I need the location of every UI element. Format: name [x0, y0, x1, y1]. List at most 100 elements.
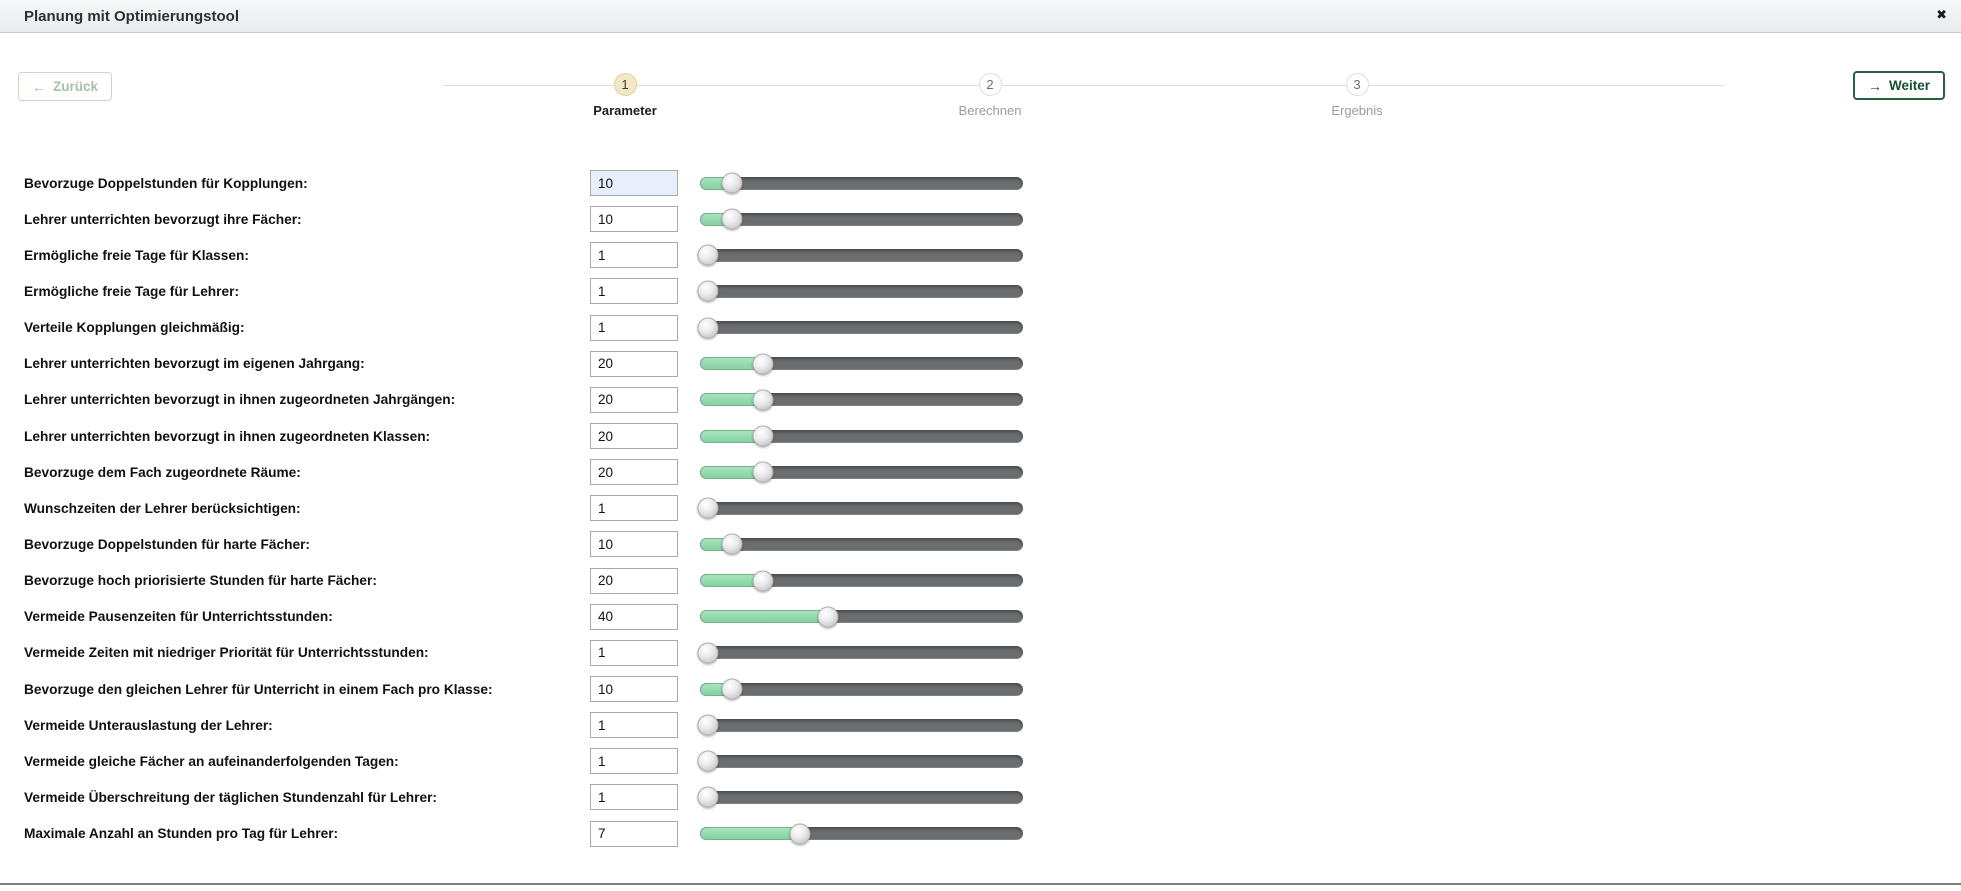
slider-track[interactable] — [700, 466, 1023, 479]
parameter-label: Bevorzuge den gleichen Lehrer für Unterr… — [24, 682, 590, 697]
parameter-value-input[interactable] — [590, 206, 678, 232]
parameter-label: Ermögliche freie Tage für Klassen: — [24, 248, 590, 263]
parameter-value-input[interactable] — [590, 242, 678, 268]
parameter-row: Bevorzuge dem Fach zugeordnete Räume: — [24, 454, 1023, 490]
slider-thumb[interactable] — [698, 715, 719, 736]
parameter-row: Vermeide Pausenzeiten für Unterrichtsstu… — [24, 599, 1023, 635]
next-button-label: Weiter — [1889, 78, 1930, 93]
footer-divider — [0, 883, 1961, 885]
left-arrow-icon: ← — [32, 79, 46, 95]
slider-track[interactable] — [700, 755, 1023, 768]
window-title: Planung mit Optimierungstool — [24, 8, 239, 25]
window-titlebar: Planung mit Optimierungstool — [0, 0, 1961, 33]
slider-track[interactable] — [700, 646, 1023, 659]
slider-thumb[interactable] — [722, 534, 743, 555]
parameter-row: Ermögliche freie Tage für Klassen: — [24, 237, 1023, 273]
parameter-row: Ermögliche freie Tage für Lehrer: — [24, 273, 1023, 309]
parameter-value-input[interactable] — [590, 640, 678, 666]
slider-thumb[interactable] — [698, 498, 719, 519]
slider-thumb[interactable] — [722, 679, 743, 700]
parameter-value-input[interactable] — [590, 170, 678, 196]
slider-thumb[interactable] — [698, 787, 719, 808]
parameter-label: Vermeide Unterauslastung der Lehrer: — [24, 718, 590, 733]
parameter-label: Vermeide gleiche Fächer an aufeinanderfo… — [24, 754, 590, 769]
slider-thumb[interactable] — [698, 281, 719, 302]
parameter-value-input[interactable] — [590, 748, 678, 774]
parameter-value-input[interactable] — [590, 531, 678, 557]
slider-thumb[interactable] — [722, 209, 743, 230]
parameter-label: Wunschzeiten der Lehrer berücksichtigen: — [24, 501, 590, 516]
back-button-label: Zurück — [53, 79, 98, 94]
slider-track[interactable] — [700, 791, 1023, 804]
slider-track[interactable] — [700, 249, 1023, 262]
parameter-row: Bevorzuge Doppelstunden für Kopplungen: — [24, 165, 1023, 201]
parameter-row: Maximale Anzahl an Stunden pro Tag für L… — [24, 816, 1023, 852]
slider-thumb[interactable] — [752, 462, 773, 483]
parameter-row: Vermeide gleiche Fächer an aufeinanderfo… — [24, 743, 1023, 779]
parameter-row: Vermeide Überschreitung der täglichen St… — [24, 779, 1023, 815]
slider-track[interactable] — [700, 683, 1023, 696]
parameter-label: Vermeide Überschreitung der täglichen St… — [24, 790, 590, 805]
slider-track[interactable] — [700, 321, 1023, 334]
parameter-label: Lehrer unterrichten bevorzugt ihre Fäche… — [24, 212, 590, 227]
slider-track[interactable] — [700, 574, 1023, 587]
parameter-value-input[interactable] — [590, 604, 678, 630]
slider-thumb[interactable] — [817, 606, 838, 627]
parameter-label: Verteile Kopplungen gleichmäßig: — [24, 320, 590, 335]
parameter-value-input[interactable] — [590, 784, 678, 810]
parameter-value-input[interactable] — [590, 676, 678, 702]
slider-thumb[interactable] — [698, 317, 719, 338]
parameter-value-input[interactable] — [590, 712, 678, 738]
parameter-label: Lehrer unterrichten bevorzugt im eigenen… — [24, 356, 590, 371]
parameter-value-input[interactable] — [590, 278, 678, 304]
next-button[interactable]: → Weiter — [1853, 71, 1945, 100]
close-icon[interactable]: ✖ — [1936, 6, 1947, 24]
parameter-row: Lehrer unterrichten bevorzugt in ihnen z… — [24, 382, 1023, 418]
parameter-label: Lehrer unterrichten bevorzugt in ihnen z… — [24, 392, 590, 407]
slider-track[interactable] — [700, 177, 1023, 190]
parameter-value-input[interactable] — [590, 821, 678, 847]
slider-track[interactable] — [700, 538, 1023, 551]
slider-thumb[interactable] — [752, 570, 773, 591]
slider-thumb[interactable] — [752, 353, 773, 374]
slider-track[interactable] — [700, 213, 1023, 226]
parameter-value-input[interactable] — [590, 423, 678, 449]
parameter-label: Vermeide Pausenzeiten für Unterrichtsstu… — [24, 609, 590, 624]
slider-fill — [700, 610, 828, 623]
slider-track[interactable] — [700, 285, 1023, 298]
back-button[interactable]: ← Zurück — [18, 72, 112, 101]
slider-thumb[interactable] — [722, 173, 743, 194]
parameter-row: Bevorzuge Doppelstunden für harte Fächer… — [24, 526, 1023, 562]
step-circle: 2 — [979, 73, 1002, 96]
slider-thumb[interactable] — [790, 823, 811, 844]
parameter-label: Maximale Anzahl an Stunden pro Tag für L… — [24, 826, 590, 841]
slider-thumb[interactable] — [752, 389, 773, 410]
slider-thumb[interactable] — [698, 245, 719, 266]
slider-thumb[interactable] — [698, 642, 719, 663]
slider-track[interactable] — [700, 610, 1023, 623]
parameter-value-input[interactable] — [590, 495, 678, 521]
slider-thumb[interactable] — [752, 426, 773, 447]
parameter-label: Ermögliche freie Tage für Lehrer: — [24, 284, 590, 299]
slider-fill — [700, 827, 800, 840]
slider-track[interactable] — [700, 719, 1023, 732]
parameter-label: Bevorzuge Doppelstunden für Kopplungen: — [24, 176, 590, 191]
right-arrow-icon: → — [1868, 78, 1882, 94]
parameter-value-input[interactable] — [590, 459, 678, 485]
parameters-list: Bevorzuge Doppelstunden für Kopplungen: … — [24, 165, 1023, 852]
step-ergebnis: 3 Ergebnis — [1297, 73, 1417, 118]
slider-track[interactable] — [700, 393, 1023, 406]
parameter-value-input[interactable] — [590, 387, 678, 413]
slider-track[interactable] — [700, 827, 1023, 840]
parameter-value-input[interactable] — [590, 351, 678, 377]
step-label: Parameter — [565, 103, 685, 118]
parameter-label: Bevorzuge Doppelstunden für harte Fächer… — [24, 537, 590, 552]
slider-thumb[interactable] — [698, 751, 719, 772]
parameter-row: Wunschzeiten der Lehrer berücksichtigen: — [24, 490, 1023, 526]
parameter-row: Vermeide Unterauslastung der Lehrer: — [24, 707, 1023, 743]
slider-track[interactable] — [700, 502, 1023, 515]
parameter-value-input[interactable] — [590, 568, 678, 594]
slider-track[interactable] — [700, 357, 1023, 370]
slider-track[interactable] — [700, 430, 1023, 443]
parameter-value-input[interactable] — [590, 315, 678, 341]
